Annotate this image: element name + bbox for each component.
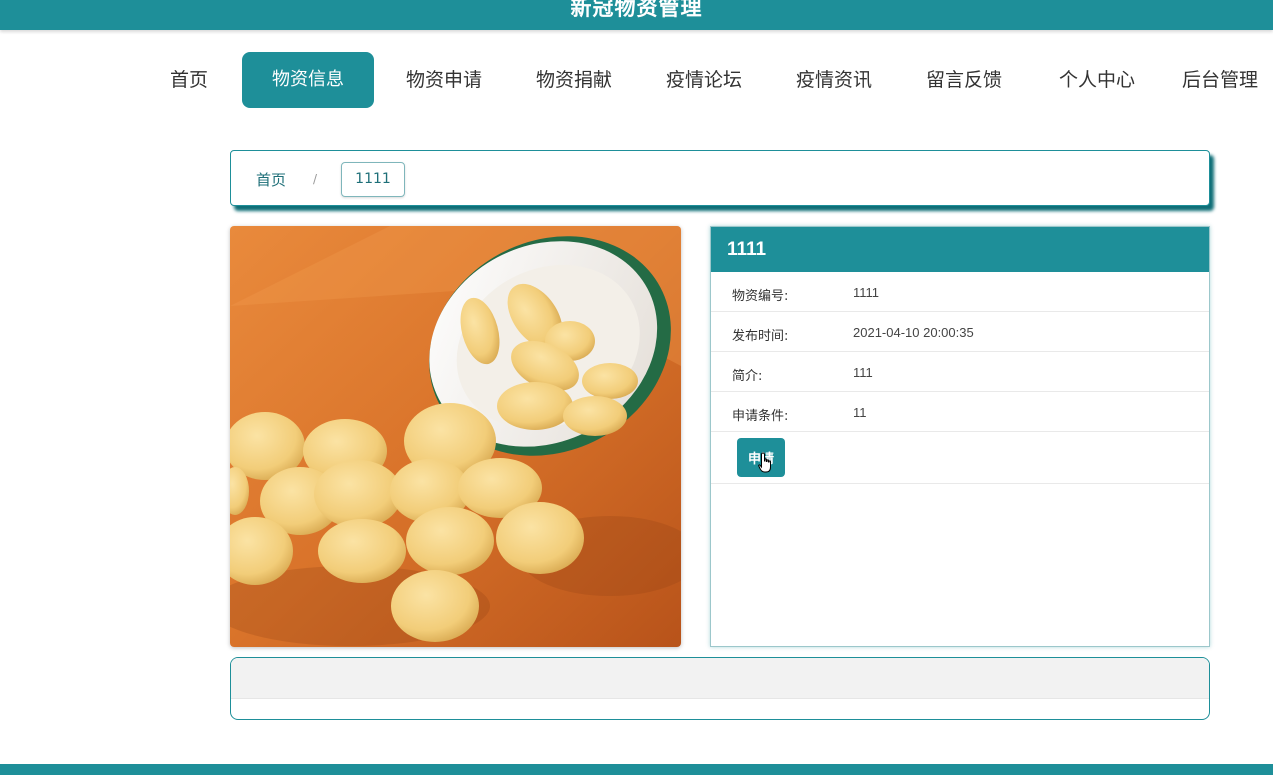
breadcrumb-separator: / bbox=[313, 172, 318, 186]
nav-item-home[interactable]: 首页 bbox=[160, 52, 218, 108]
nav-item-profile[interactable]: 个人中心 bbox=[1049, 52, 1145, 108]
field-label: 简介: bbox=[732, 369, 763, 384]
detail-title: 1111 bbox=[711, 227, 1209, 272]
breadcrumb: 首页 / 1111 bbox=[230, 150, 1210, 206]
product-image bbox=[230, 226, 681, 647]
apply-button[interactable]: 申请 bbox=[737, 438, 785, 477]
content-panel bbox=[230, 657, 1210, 720]
breadcrumb-current: 1111 bbox=[341, 162, 405, 197]
pills-photo bbox=[230, 226, 681, 647]
footer-bar bbox=[0, 764, 1273, 775]
field-value: 11 bbox=[853, 405, 867, 420]
field-value: 1111 bbox=[853, 285, 880, 300]
detail-panel: 1111 物资编号: 1111 发布时间: 2021-04-10 20:00:3… bbox=[710, 226, 1210, 647]
main-nav: 首页 物资信息 物资申请 物资捐献 疫情论坛 疫情资讯 留言反馈 个人中心 后台… bbox=[0, 52, 1273, 108]
action-row: 申请 bbox=[711, 432, 1209, 484]
field-label: 物资编号: bbox=[732, 289, 789, 304]
nav-item-news[interactable]: 疫情资讯 bbox=[786, 52, 882, 108]
nav-item-feedback[interactable]: 留言反馈 bbox=[916, 52, 1012, 108]
detail-row-summary: 简介: 111 bbox=[711, 352, 1209, 392]
field-value: 2021-04-10 20:00:35 bbox=[853, 325, 974, 340]
nav-item-supply-apply[interactable]: 物资申请 bbox=[396, 52, 492, 108]
field-label: 发布时间: bbox=[732, 329, 789, 344]
detail-row-conditions: 申请条件: 11 bbox=[711, 392, 1209, 432]
content-panel-header bbox=[231, 658, 1209, 699]
field-label: 申请条件: bbox=[732, 409, 789, 424]
field-value: 111 bbox=[853, 365, 873, 380]
detail-row-publish-time: 发布时间: 2021-04-10 20:00:35 bbox=[711, 312, 1209, 352]
app-title: 新冠物资管理 bbox=[570, 0, 703, 20]
top-header: 新冠物资管理 bbox=[0, 0, 1273, 30]
detail-row-code: 物资编号: 1111 bbox=[711, 272, 1209, 312]
nav-item-supply-info[interactable]: 物资信息 bbox=[242, 52, 374, 108]
nav-item-forum[interactable]: 疫情论坛 bbox=[656, 52, 752, 108]
nav-item-admin[interactable]: 后台管理 bbox=[1182, 52, 1273, 108]
nav-item-supply-donate[interactable]: 物资捐献 bbox=[526, 52, 622, 108]
breadcrumb-home-link[interactable]: 首页 bbox=[256, 169, 286, 190]
